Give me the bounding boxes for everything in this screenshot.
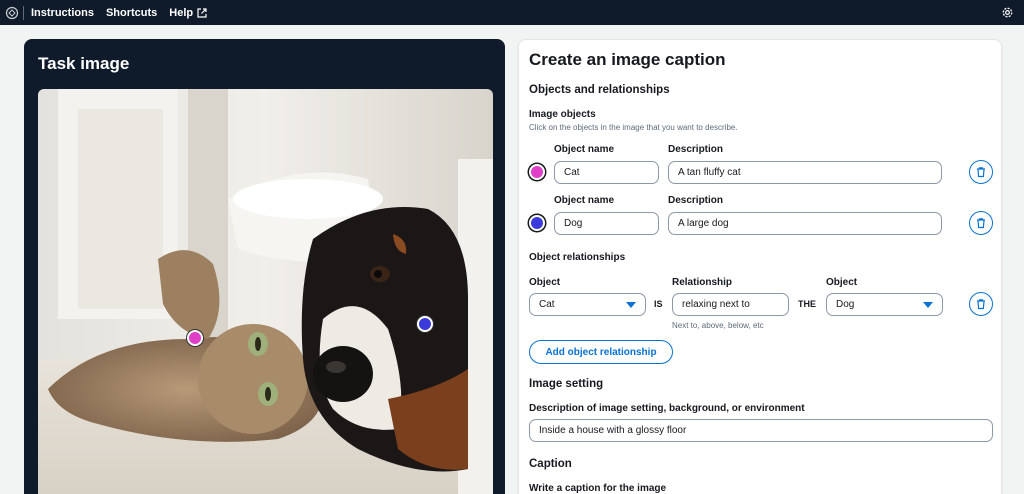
dog-color-dot xyxy=(529,215,545,231)
caption-heading: Caption xyxy=(529,458,572,470)
object-description-label: Description xyxy=(668,144,724,155)
nav-divider xyxy=(23,5,24,20)
objects-section-heading: Objects and relationships xyxy=(529,84,670,96)
nav-instructions[interactable]: Instructions xyxy=(31,7,94,19)
relationship-hint: Next to, above, below, etc xyxy=(672,321,764,330)
settings-gear-icon[interactable] xyxy=(1001,6,1014,19)
relationship-object-label: Object xyxy=(529,277,561,288)
delete-object-cat-button[interactable] xyxy=(969,160,993,184)
nav-shortcuts[interactable]: Shortcuts xyxy=(106,7,157,19)
the-connector-text: THE xyxy=(798,299,816,309)
cat-and-dog-photo xyxy=(38,89,493,494)
caret-down-icon xyxy=(923,302,933,308)
relationship-label: Relationship xyxy=(672,277,733,288)
relationship-input[interactable]: relaxing next to xyxy=(672,293,789,316)
app-logo-icon xyxy=(5,6,19,19)
relationship-object-value: Cat xyxy=(539,299,555,310)
object-name-label: Object name xyxy=(554,144,615,155)
relationship-object2-label: Object xyxy=(826,277,858,288)
is-connector-text: IS xyxy=(654,299,663,309)
object-relationships-label: Object relationships xyxy=(529,252,626,263)
trash-icon xyxy=(977,167,985,178)
dog-marker[interactable] xyxy=(417,316,433,332)
trash-icon xyxy=(977,299,985,310)
image-objects-hint: Click on the objects in the image that y… xyxy=(529,123,738,132)
task-image-title: Task image xyxy=(38,54,130,73)
image-setting-input[interactable]: Inside a house with a glossy floor xyxy=(529,419,993,442)
caption-label: Write a caption for the image xyxy=(529,483,667,494)
object-description-input-cat[interactable]: A tan fluffy cat xyxy=(668,161,942,184)
image-setting-label: Description of image setting, background… xyxy=(529,403,805,414)
nav-help-label: Help xyxy=(169,6,194,19)
object-name-input-cat[interactable]: Cat xyxy=(554,161,659,184)
image-setting-heading: Image setting xyxy=(529,378,604,390)
form-title: Create an image caption xyxy=(529,50,726,69)
relationship-object2-value: Dog xyxy=(836,299,855,310)
task-image[interactable] xyxy=(38,89,493,494)
delete-object-dog-button[interactable] xyxy=(969,211,993,235)
nav-help[interactable]: Help xyxy=(169,7,207,19)
relationship-object-select[interactable]: Cat xyxy=(529,293,646,316)
add-object-relationship-button[interactable]: Add object relationship xyxy=(529,340,673,364)
top-nav-bar: Instructions Shortcuts Help xyxy=(0,0,1024,25)
image-objects-label: Image objects xyxy=(529,109,596,120)
cat-color-dot xyxy=(529,164,545,180)
delete-relationship-button[interactable] xyxy=(969,292,993,316)
trash-icon xyxy=(977,218,985,229)
task-image-panel: Task image xyxy=(24,39,505,494)
cat-marker[interactable] xyxy=(187,330,203,346)
external-link-icon xyxy=(197,7,207,18)
object-name-label: Object name xyxy=(554,195,615,206)
caption-form-panel: Create an image caption Objects and rela… xyxy=(518,39,1002,494)
caret-down-icon xyxy=(626,302,636,308)
object-description-input-dog[interactable]: A large dog xyxy=(668,212,942,235)
relationship-object2-select[interactable]: Dog xyxy=(826,293,943,316)
object-description-label: Description xyxy=(668,195,724,206)
object-name-input-dog[interactable]: Dog xyxy=(554,212,659,235)
